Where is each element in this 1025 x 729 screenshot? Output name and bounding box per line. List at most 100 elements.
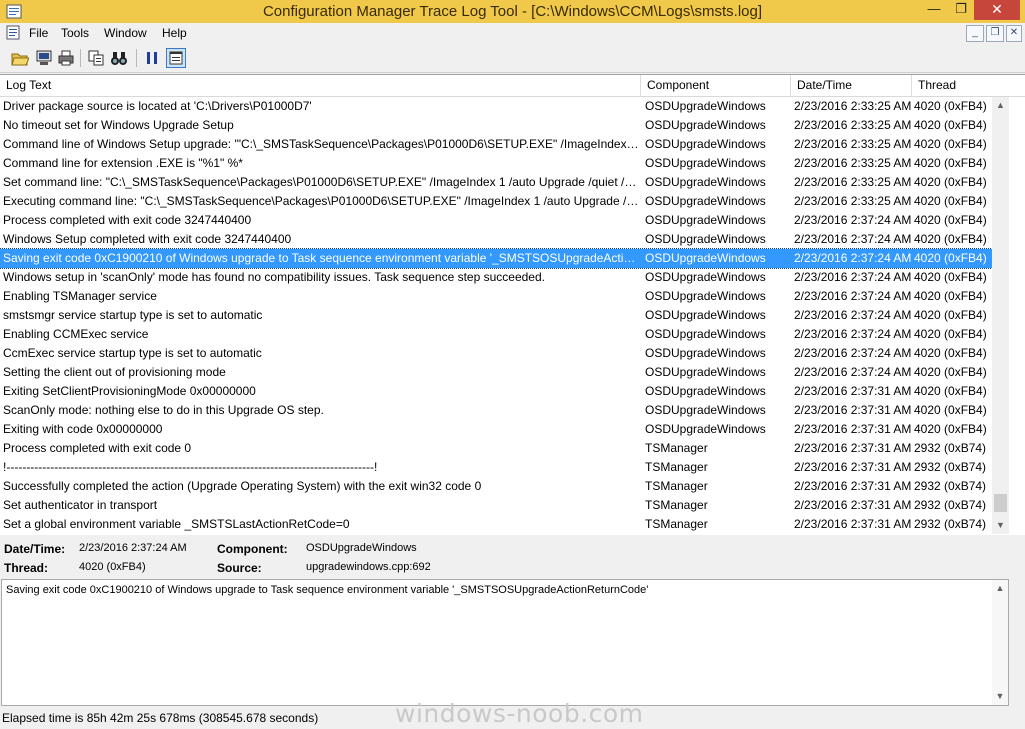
watermark-text: windows-noob.com [395, 699, 644, 728]
details-pane-icon[interactable] [166, 48, 186, 68]
component-cell: OSDUpgradeWindows [645, 422, 766, 436]
log-row[interactable]: CcmExec service startup type is set to a… [0, 344, 992, 363]
datetime-cell: 2/23/2016 2:33:25 AM [794, 194, 912, 208]
copy-icon[interactable] [87, 49, 105, 67]
log-text-cell: Exiting SetClientProvisioningMode 0x0000… [3, 384, 256, 398]
log-row[interactable]: Setting the client out of provisioning m… [0, 363, 992, 382]
thread-cell: 4020 (0xFB4) [914, 175, 987, 189]
message-text-box[interactable]: Saving exit code 0xC1900210 of Windows u… [1, 579, 1009, 706]
datetime-cell: 2/23/2016 2:33:25 AM [794, 99, 912, 113]
thread-cell: 4020 (0xFB4) [914, 270, 987, 284]
log-row[interactable]: Windows Setup completed with exit code 3… [0, 230, 992, 249]
scrollbar-thumb[interactable] [994, 494, 1007, 512]
message-scrollbar[interactable]: ▲ ▼ [992, 580, 1008, 705]
log-row[interactable]: Windows setup in 'scanOnly' mode has fou… [0, 268, 992, 287]
thread-cell: 2932 (0xB74) [914, 441, 987, 455]
column-header-datetime[interactable]: Date/Time [791, 75, 912, 96]
open-folder-icon[interactable] [11, 49, 29, 67]
component-cell: OSDUpgradeWindows [645, 156, 766, 170]
log-text-cell: Executing command line: "C:\_SMSTaskSequ… [3, 194, 640, 208]
computer-icon[interactable] [35, 49, 53, 67]
log-row[interactable]: Saving exit code 0xC1900210 of Windows u… [0, 248, 992, 269]
column-header-log-text[interactable]: Log Text [0, 75, 641, 96]
log-text-cell: CcmExec service startup type is set to a… [3, 346, 262, 360]
log-row[interactable]: No timeout set for Windows Upgrade Setup… [0, 116, 992, 135]
log-row[interactable]: ScanOnly mode: nothing else to do in thi… [0, 401, 992, 420]
component-cell: OSDUpgradeWindows [645, 403, 766, 417]
scroll-up-arrow-icon[interactable]: ▲ [992, 97, 1009, 114]
log-row[interactable]: Process completed with exit code 3247440… [0, 211, 992, 230]
log-row[interactable]: Set command line: "C:\_SMSTaskSequence\P… [0, 173, 992, 192]
log-text-cell: No timeout set for Windows Upgrade Setup [3, 118, 234, 132]
log-row[interactable]: !---------------------------------------… [0, 458, 992, 477]
thread-cell: 2932 (0xB74) [914, 517, 987, 531]
menu-tools[interactable]: Tools [61, 26, 89, 40]
thread-cell: 4020 (0xFB4) [914, 308, 987, 322]
log-row[interactable]: Enabling CCMExec service OSDUpgradeWindow… [0, 325, 992, 344]
column-header-component[interactable]: Component [641, 75, 791, 96]
log-text-cell: Set a global environment variable _SMSTS… [3, 517, 350, 531]
elapsed-time-status: Elapsed time is 85h 42m 25s 678ms (30854… [2, 711, 319, 725]
log-row[interactable]: Enabling TSManager service OSDUpgradeWind… [0, 287, 992, 306]
message-scroll-up-icon[interactable]: ▲ [992, 580, 1008, 597]
message-scroll-down-icon[interactable]: ▼ [992, 688, 1008, 705]
log-row[interactable]: Successfully completed the action (Upgra… [0, 477, 992, 496]
menu-window[interactable]: Window [104, 26, 147, 40]
datetime-cell: 2/23/2016 2:37:24 AM [794, 232, 912, 246]
log-text-cell: Set authenticator in transport [3, 498, 158, 512]
detail-component-value: OSDUpgradeWindows [306, 542, 417, 554]
menu-help[interactable]: Help [162, 26, 187, 40]
log-row[interactable]: Process completed with exit code 0 TSMana… [0, 439, 992, 458]
log-row[interactable]: smstsmgr service startup type is set to … [0, 306, 992, 325]
thread-cell: 4020 (0xFB4) [914, 289, 987, 303]
minimize-button[interactable]: — [920, 0, 948, 20]
find-binoculars-icon[interactable] [110, 49, 128, 67]
log-row[interactable]: Exiting with code 0x00000000 OSDUpgradeWi… [0, 420, 992, 439]
maximize-button[interactable]: ❐ [948, 0, 974, 20]
log-row[interactable]: Command line of Windows Setup upgrade: '… [0, 135, 992, 154]
close-button[interactable]: ✕ [974, 0, 1020, 20]
log-text-cell: Enabling TSManager service [3, 289, 157, 303]
thread-cell: 2932 (0xB74) [914, 460, 987, 474]
log-rows: Driver package source is located at 'C:\… [0, 97, 992, 534]
log-row[interactable]: Exiting SetClientProvisioningMode 0x0000… [0, 382, 992, 401]
toolbar [0, 44, 1025, 73]
column-header-thread[interactable]: Thread [912, 75, 1025, 96]
pause-icon[interactable] [143, 49, 161, 67]
vertical-scrollbar[interactable]: ▲ ▼ [992, 97, 1009, 534]
log-text-cell: !---------------------------------------… [3, 460, 378, 474]
menu-file[interactable]: File [29, 26, 48, 40]
log-text-cell: Exiting with code 0x00000000 [3, 422, 163, 436]
log-row[interactable]: Command line for extension .EXE is "%1" … [0, 154, 992, 173]
mdi-close-button[interactable]: ✕ [1006, 25, 1022, 42]
scroll-down-arrow-icon[interactable]: ▼ [992, 517, 1009, 534]
log-text-cell: Enabling CCMExec service [3, 327, 149, 341]
log-row[interactable]: Set authenticator in transport TSManager 2… [0, 496, 992, 515]
log-text-cell: Process completed with exit code 0 [3, 441, 192, 455]
datetime-cell: 2/23/2016 2:37:24 AM [794, 365, 912, 379]
datetime-cell: 2/23/2016 2:37:31 AM [794, 498, 912, 512]
log-row[interactable]: Set a global environment variable _SMSTS… [0, 515, 992, 534]
detail-datetime-value: 2/23/2016 2:37:24 AM [79, 542, 187, 554]
datetime-cell: 2/23/2016 2:33:25 AM [794, 156, 912, 170]
log-row[interactable]: Driver package source is located at 'C:\… [0, 97, 992, 116]
details-panel: Date/Time: 2/23/2016 2:37:24 AM Componen… [0, 535, 1025, 579]
mdi-minimize-button[interactable]: _ [966, 25, 984, 42]
log-text-cell: Windows Setup completed with exit code 3… [3, 232, 292, 246]
print-icon[interactable] [57, 49, 75, 67]
document-icon[interactable] [6, 25, 20, 40]
log-row[interactable]: Executing command line: "C:\_SMSTaskSequ… [0, 192, 992, 211]
component-cell: TSManager [645, 441, 708, 455]
thread-cell: 4020 (0xFB4) [914, 346, 987, 360]
log-list[interactable]: Log Text Component Date/Time Thread Driv… [0, 74, 1025, 536]
component-cell: OSDUpgradeWindows [645, 289, 766, 303]
component-cell: OSDUpgradeWindows [645, 384, 766, 398]
thread-cell: 2932 (0xB74) [914, 479, 987, 493]
thread-cell: 4020 (0xFB4) [914, 213, 987, 227]
component-cell: TSManager [645, 460, 708, 474]
mdi-restore-button[interactable]: ❐ [986, 25, 1004, 42]
detail-datetime-label: Date/Time: [4, 542, 66, 556]
log-text-cell: Setting the client out of provisioning m… [3, 365, 226, 379]
datetime-cell: 2/23/2016 2:37:24 AM [794, 251, 912, 265]
component-cell: OSDUpgradeWindows [645, 118, 766, 132]
